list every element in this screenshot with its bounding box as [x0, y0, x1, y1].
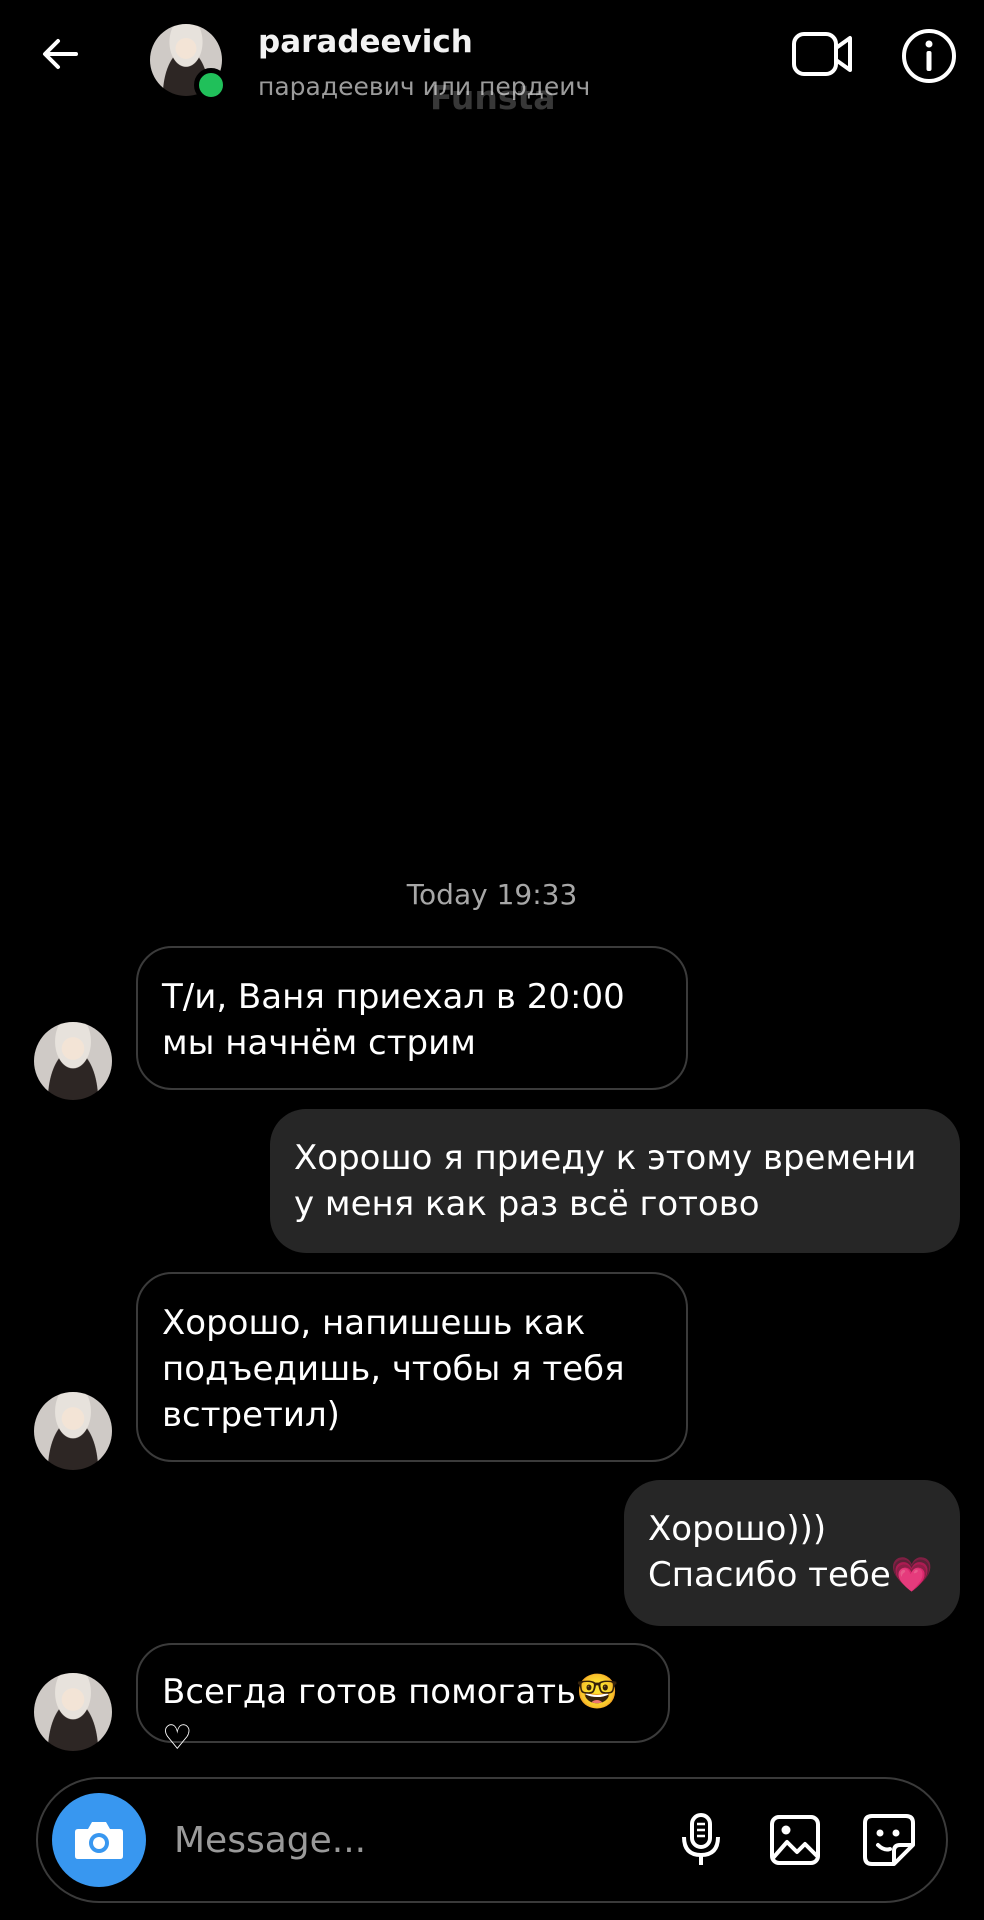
- chat-username[interactable]: paradeevich: [258, 24, 473, 60]
- message-text: Хорошо я приеду к этому времени у меня к…: [294, 1138, 917, 1224]
- video-call-button[interactable]: [790, 28, 854, 82]
- microphone-icon: [682, 1813, 720, 1865]
- camera-icon: [75, 1822, 123, 1859]
- info-icon: [902, 29, 956, 83]
- back-button[interactable]: [30, 24, 90, 84]
- chat-header: paradeevich парадеевич или пердеич Funst…: [0, 0, 984, 120]
- outgoing-message-bubble[interactable]: Хорошо))) Спасибо тебе💗: [624, 1480, 960, 1626]
- sender-avatar[interactable]: [34, 1022, 112, 1100]
- outgoing-message-bubble[interactable]: Хорошо я приеду к этому времени у меня к…: [270, 1109, 960, 1253]
- message-composer: [36, 1777, 948, 1903]
- voice-message-button[interactable]: [666, 1805, 736, 1875]
- sender-avatar[interactable]: [34, 1673, 112, 1751]
- incoming-message-bubble[interactable]: Всегда готов помогать🤓♡: [136, 1643, 670, 1758]
- gallery-icon: [770, 1815, 820, 1865]
- camera-button[interactable]: [52, 1793, 146, 1887]
- sticker-icon: [863, 1814, 915, 1866]
- chat-subtitle: парадеевич или пердеич: [258, 72, 591, 101]
- back-arrow-icon: [43, 39, 78, 69]
- profile-avatar[interactable]: [150, 24, 228, 102]
- gallery-button[interactable]: [760, 1805, 830, 1875]
- message-text: Хорошо))) Спасибо тебе💗: [648, 1509, 934, 1595]
- message-text: Хорошо, напишешь как подъедишь, чтобы я …: [162, 1303, 625, 1435]
- incoming-message-bubble[interactable]: Хорошо, напишешь как подъедишь, чтобы я …: [136, 1272, 688, 1462]
- message-text: Всегда готов помогать🤓♡: [162, 1672, 619, 1758]
- sticker-button[interactable]: [854, 1805, 924, 1875]
- message-text: Т/и, Ваня приехал в 20:00 мы начнём стри…: [162, 977, 625, 1063]
- video-call-icon: [792, 32, 852, 76]
- online-status-dot: [194, 68, 228, 102]
- message-timestamp: Today 19:33: [406, 878, 578, 911]
- message-input[interactable]: [172, 1809, 656, 1871]
- sender-avatar[interactable]: [34, 1392, 112, 1470]
- info-button[interactable]: [900, 27, 958, 85]
- incoming-message-bubble[interactable]: Т/и, Ваня приехал в 20:00 мы начнём стри…: [136, 946, 688, 1090]
